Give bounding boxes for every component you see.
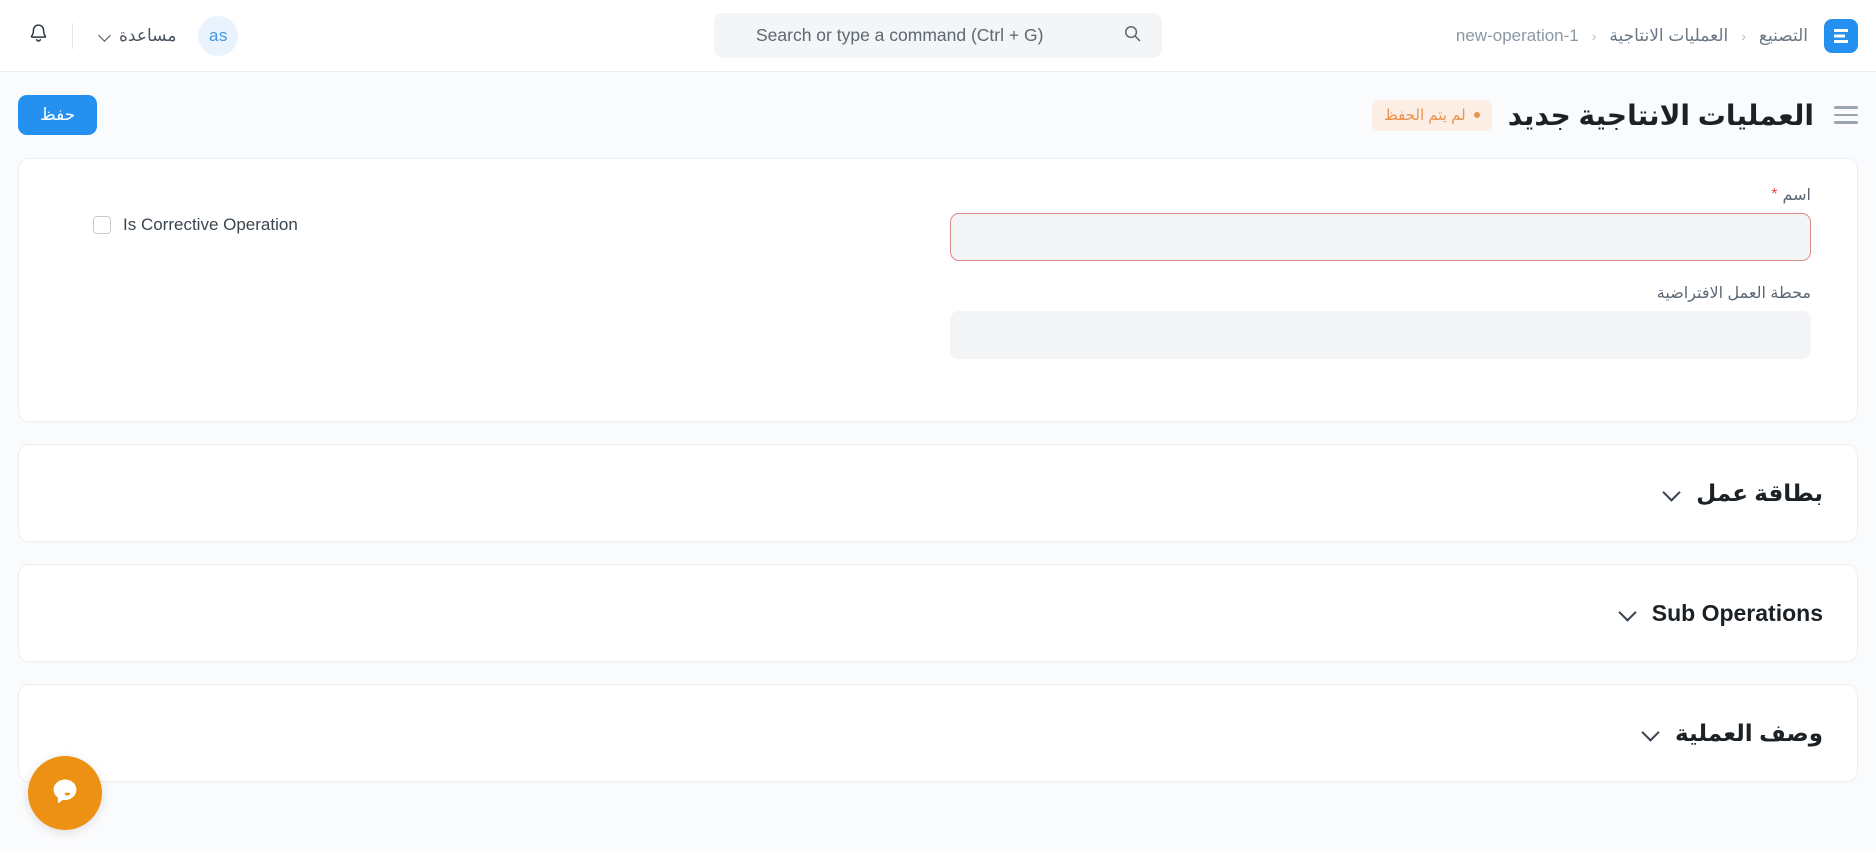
page-header: العمليات الانتاجية جديد لم يتم الحفظ حفظ bbox=[0, 72, 1876, 158]
search-icon bbox=[1123, 24, 1142, 48]
chat-bubble-icon bbox=[45, 771, 85, 816]
section-operation-description[interactable]: وصف العملية bbox=[18, 684, 1858, 782]
breadcrumb-separator-icon: ‹ bbox=[1741, 27, 1746, 44]
search-input[interactable]: Search or type a command (Ctrl + G) bbox=[734, 25, 1109, 46]
name-input[interactable] bbox=[950, 213, 1811, 261]
breadcrumb-item-operations[interactable]: العمليات الانتاجية bbox=[1609, 26, 1728, 46]
chevron-down-icon[interactable] bbox=[1662, 484, 1680, 502]
top-navbar: التصنيع ‹ العمليات الانتاجية ‹ new-opera… bbox=[0, 0, 1876, 72]
erpnext-logo-icon[interactable] bbox=[1824, 18, 1858, 53]
avatar[interactable]: as bbox=[198, 15, 239, 56]
breadcrumb: التصنيع ‹ العمليات الانتاجية ‹ new-opera… bbox=[1456, 26, 1808, 46]
breadcrumb-item-manufacturing[interactable]: التصنيع bbox=[1759, 26, 1808, 46]
section-work-card[interactable]: بطاقة عمل bbox=[18, 444, 1858, 542]
workstation-input[interactable] bbox=[950, 311, 1811, 359]
search-box[interactable]: Search or type a command (Ctrl + G) bbox=[714, 13, 1162, 58]
avatar-initials: as bbox=[208, 25, 228, 45]
status-badge[interactable]: لم يتم الحفظ bbox=[1371, 99, 1492, 131]
navbar-right-group: التصنيع ‹ العمليات الانتاجية ‹ new-opera… bbox=[1456, 18, 1858, 53]
chat-widget-button[interactable] bbox=[28, 756, 102, 830]
section-operation-description-title: وصف العملية bbox=[1675, 719, 1823, 746]
status-dot-icon bbox=[1473, 111, 1480, 118]
section-sub-operations[interactable]: Sub Operations bbox=[18, 564, 1858, 662]
hamburger-icon[interactable] bbox=[1834, 106, 1858, 124]
page-title: العمليات الانتاجية جديد bbox=[1507, 99, 1814, 131]
form-row: اسم * محطة العمل الافتراضية Is Correctiv… bbox=[53, 185, 1823, 381]
bell-icon bbox=[27, 22, 50, 50]
corrective-operation-row[interactable]: Is Corrective Operation bbox=[65, 185, 926, 235]
section-sub-operations-title: Sub Operations bbox=[1651, 599, 1823, 626]
navbar-left-group: مساعدة as bbox=[18, 15, 239, 56]
form-column-right: اسم * محطة العمل الافتراضية bbox=[938, 185, 1823, 381]
breadcrumb-item-current[interactable]: new-operation-1 bbox=[1456, 26, 1579, 46]
section-work-card-title: بطاقة عمل bbox=[1696, 479, 1823, 506]
breadcrumb-separator-icon: ‹ bbox=[1591, 27, 1597, 44]
page-content: اسم * محطة العمل الافتراضية Is Correctiv… bbox=[0, 158, 1876, 782]
chevron-down-icon bbox=[99, 30, 111, 42]
main-details-card: اسم * محطة العمل الافتراضية Is Correctiv… bbox=[18, 158, 1858, 422]
name-field-label: اسم * bbox=[950, 185, 1811, 205]
notifications-button[interactable] bbox=[18, 16, 58, 56]
corrective-operation-checkbox[interactable] bbox=[93, 216, 111, 234]
navbar-divider bbox=[72, 22, 73, 49]
name-field-group: اسم * bbox=[950, 185, 1811, 261]
required-asterisk: * bbox=[1771, 186, 1778, 203]
workstation-field-group: محطة العمل الافتراضية bbox=[950, 283, 1811, 359]
workstation-field-label: محطة العمل الافتراضية bbox=[950, 283, 1811, 303]
corrective-operation-label: Is Corrective Operation bbox=[123, 215, 298, 234]
status-badge-label: لم يتم الحفظ bbox=[1383, 106, 1466, 124]
save-button[interactable]: حفظ bbox=[18, 95, 98, 135]
help-dropdown[interactable]: مساعدة bbox=[87, 20, 188, 52]
page-header-right: العمليات الانتاجية جديد لم يتم الحفظ bbox=[1371, 99, 1858, 132]
form-column-left: Is Corrective Operation bbox=[53, 185, 938, 381]
chevron-down-icon[interactable] bbox=[1641, 724, 1659, 742]
help-label: مساعدة bbox=[119, 25, 177, 45]
chevron-down-icon[interactable] bbox=[1618, 604, 1636, 622]
workstation-label-text: محطة العمل الافتراضية bbox=[1656, 285, 1811, 302]
name-label-text: اسم bbox=[1782, 187, 1812, 204]
global-search[interactable]: Search or type a command (Ctrl + G) bbox=[714, 13, 1162, 58]
